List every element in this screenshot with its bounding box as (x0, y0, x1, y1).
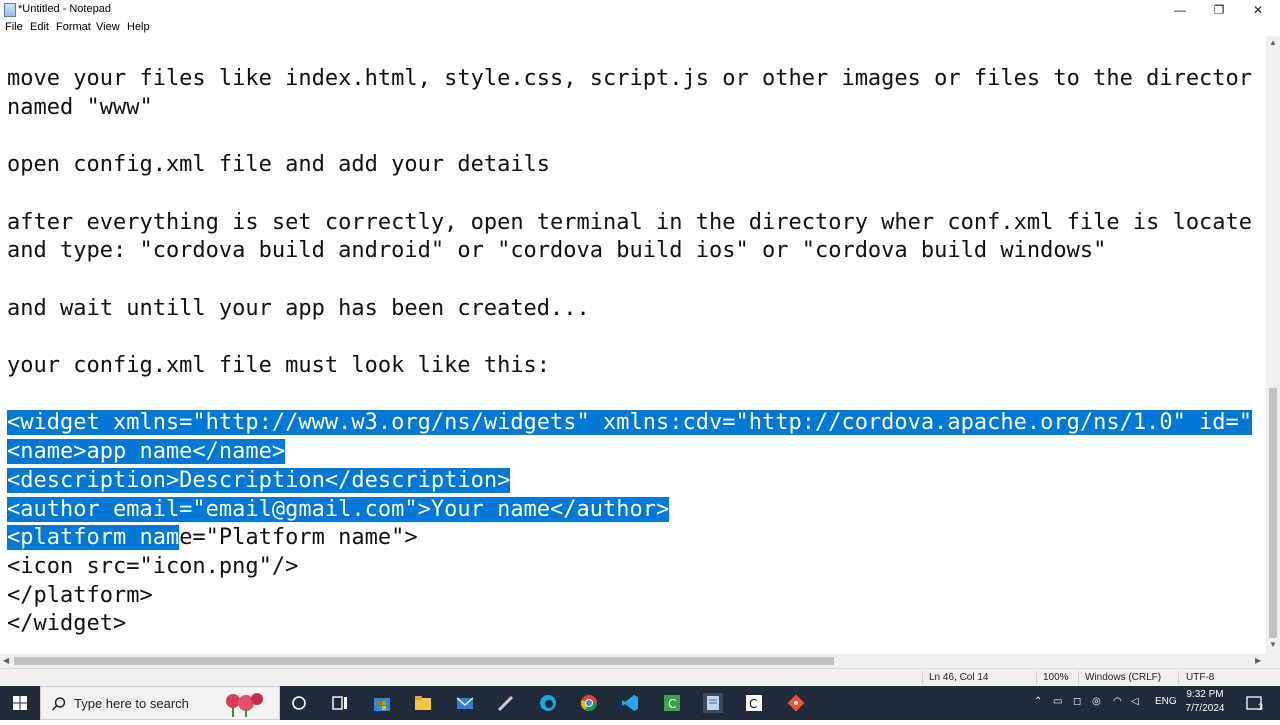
pen-icon[interactable] (496, 693, 516, 713)
taskbar-search[interactable]: Type here to search (40, 686, 280, 720)
menu-bar: File Edit Format View Help (0, 20, 1280, 36)
taskbar: Type here to search C C ⌃ ▭ ◻ ◎ ◠ ◁ ENG … (0, 686, 1280, 720)
search-placeholder: Type here to search (74, 696, 189, 711)
editor-line: your config.xml file must look like this… (7, 353, 551, 378)
status-divider (1078, 671, 1079, 685)
clock-date: 7/7/2024 (1185, 703, 1225, 714)
edge-icon[interactable] (538, 693, 558, 713)
vscode-icon[interactable] (620, 693, 640, 713)
notepad-taskbar-icon[interactable] (703, 693, 723, 713)
menu-edit[interactable]: Edit (30, 21, 49, 33)
menu-format[interactable]: Format (56, 21, 91, 33)
notification-count: 3 (1258, 702, 1264, 712)
editor-line: <author email="email@gmail.com">Your nam… (7, 496, 670, 524)
show-hidden-icons-icon[interactable]: ⌃ (1034, 696, 1042, 707)
notepad-icon (4, 3, 16, 17)
svg-text:C: C (749, 697, 757, 711)
menu-help[interactable]: Help (127, 21, 150, 33)
git-icon[interactable] (786, 693, 806, 713)
selected-text: <author email="email@gmail.com">Your nam… (7, 496, 670, 522)
status-divider (1178, 671, 1179, 685)
selected-text: <widget xmlns="http://www.w3.org/ns/widg… (7, 410, 1253, 436)
status-bar: Ln 46, Col 14 100% Windows (CRLF) UTF-8 (0, 668, 1280, 686)
selected-text: <name>app name</name> (7, 439, 286, 465)
horizontal-scroll-thumb[interactable] (14, 657, 834, 665)
window-title: *Untitled - Notepad (18, 3, 111, 15)
editor-line: after everything is set correctly, open … (7, 209, 1253, 235)
editor-line: <description>Description</description> (7, 467, 511, 495)
language-indicator[interactable]: ENG (1155, 696, 1177, 707)
unselected-text: e="Platform name"> (179, 525, 418, 551)
clock[interactable]: 9:32 PM 7/7/2024 (1180, 688, 1230, 716)
selected-text: <platform nam (7, 525, 180, 551)
horizontal-scrollbar[interactable]: ◀ ▶ (0, 654, 1266, 668)
wifi-icon[interactable]: ◠ (1113, 696, 1122, 707)
cursor-position: Ln 46, Col 14 (929, 672, 989, 683)
selected-text: <description>Description</description> (7, 467, 511, 493)
task-view-icon[interactable] (330, 693, 350, 713)
clock-time: 9:32 PM (1186, 689, 1224, 700)
cortana-icon[interactable] (289, 693, 309, 713)
editor-line: <icon src="icon.png"/> (7, 553, 299, 579)
menu-view[interactable]: View (96, 21, 120, 33)
editor-line: </platform> (7, 582, 153, 608)
minimize-button[interactable]: — (1160, 0, 1200, 20)
scroll-up-icon[interactable]: ▲ (1266, 38, 1280, 47)
scrollbar-corner (1266, 654, 1280, 668)
start-button[interactable] (0, 686, 40, 720)
app-icon-c[interactable]: C (744, 693, 764, 713)
search-icon (51, 697, 66, 711)
close-button[interactable]: ✕ (1238, 0, 1278, 20)
vertical-scroll-thumb[interactable] (1269, 388, 1277, 638)
encoding: UTF-8 (1186, 672, 1215, 683)
editor-line: move your files like index.html, style.c… (7, 66, 1253, 91)
scroll-right-icon[interactable]: ▶ (1255, 654, 1261, 668)
scroll-down-icon[interactable]: ▼ (1266, 640, 1280, 649)
editor-line: named "www" (7, 94, 153, 120)
title-bar: *Untitled - Notepad — ❐ ✕ (0, 0, 1280, 20)
volume-icon-alt[interactable]: ◻ (1073, 696, 1081, 707)
editor-line: <widget xmlns="http://www.w3.org/ns/widg… (7, 409, 1253, 437)
editor-line: </widget> (7, 611, 127, 637)
zoom-level: 100% (1043, 672, 1069, 683)
app-icon-green[interactable]: C (662, 693, 682, 713)
scroll-left-icon[interactable]: ◀ (3, 654, 9, 668)
status-divider (1036, 671, 1037, 685)
editor-line: and wait untill your app has been create… (7, 295, 590, 321)
menu-file[interactable]: File (5, 21, 23, 33)
speaker-icon[interactable]: ◁ (1131, 696, 1139, 707)
chrome-icon[interactable] (579, 693, 599, 713)
editor-line: open config.xml file and add your detail… (7, 152, 551, 178)
editor-line: <platform name="Platform name"> (7, 524, 418, 552)
line-ending: Windows (CRLF) (1085, 672, 1162, 683)
network-icon[interactable]: ◎ (1092, 696, 1101, 707)
windows-logo-icon (13, 696, 27, 710)
status-divider (922, 671, 923, 685)
text-editor[interactable]: move your files like index.html, style.c… (0, 36, 1266, 654)
editor-line: and type: "cordova build android" or "co… (7, 238, 1107, 264)
vertical-scrollbar[interactable]: ▲ ▼ (1266, 36, 1280, 654)
restore-button[interactable]: ❐ (1199, 0, 1239, 20)
editor-line: <name>app name</name> (7, 438, 286, 466)
svg-text:C: C (668, 697, 676, 711)
store-icon[interactable] (372, 693, 392, 713)
mail-icon[interactable] (455, 693, 475, 713)
battery-icon[interactable]: ▭ (1053, 696, 1062, 707)
flowers-icon (226, 693, 263, 717)
file-explorer-icon[interactable] (413, 693, 433, 713)
